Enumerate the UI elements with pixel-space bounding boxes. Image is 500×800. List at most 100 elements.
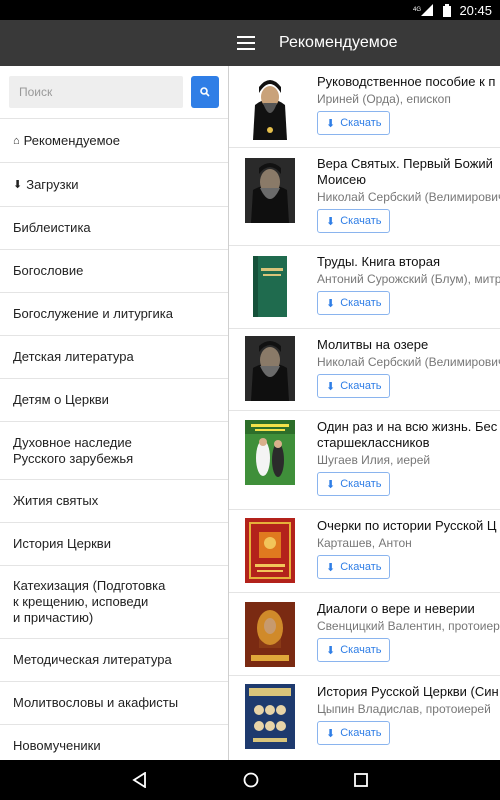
nav-item-prayer-books[interactable]: Молитвословы и акафисты (0, 682, 228, 725)
book-author: Цыпин Владислав, протоиерей (317, 702, 491, 716)
nav-item-bogoslovie[interactable]: Богословие (0, 250, 228, 293)
nav-item-methodical[interactable]: Методическая литература (0, 639, 228, 682)
nav-label: Методическая литература (13, 652, 172, 667)
download-button[interactable]: ⬇ Скачать (317, 555, 391, 579)
book-title: Один раз и на всю жизнь. Бес старшекласс… (317, 419, 498, 450)
nav-label: Богословие (13, 263, 84, 278)
home-icon: ⌂ (13, 134, 20, 147)
book-author: Ириней (Орда), епископ (317, 92, 451, 106)
status-bar: 4G 20:45 (0, 0, 500, 20)
book-title: Очерки по истории Русской Ц (317, 518, 497, 533)
search-placeholder: Поиск (19, 85, 53, 99)
system-nav-bar (0, 760, 500, 800)
download-label: Скачать (340, 117, 382, 129)
download-icon: ⬇ (326, 297, 336, 310)
download-button[interactable]: ⬇ Скачать (317, 638, 391, 662)
battery-icon (443, 3, 452, 17)
book-item[interactable]: Вера Святых. Первый Божий Моисею Николай… (229, 148, 500, 246)
nav-label: Рекомендуемое (23, 132, 120, 148)
book-cover (245, 518, 295, 583)
book-list: Руководственное пособие к п Ириней (Орда… (229, 66, 500, 760)
download-button[interactable]: ⬇ Скачать (317, 111, 391, 135)
download-button[interactable]: ⬇ Скачать (317, 374, 391, 398)
book-author: Николай Сербский (Велимирович (317, 355, 500, 369)
page-title: Рекомендуемое (279, 34, 398, 51)
book-author: Свенцицкий Валентин, протоиерей (317, 619, 500, 633)
download-icon: ⬇ (326, 380, 336, 393)
book-title: Руководственное пособие к п (317, 74, 496, 89)
nav-item-children-church[interactable]: Детям о Церкви (0, 379, 228, 422)
download-label: Скачать (340, 380, 382, 392)
nav-label: Жития святых (13, 493, 99, 508)
nav-label: Катехизация (Подготовка к крещению, испо… (13, 578, 166, 625)
search-row: Поиск (0, 66, 228, 119)
nav-item-bogosluzhenie[interactable]: Богослужение и литургика (0, 293, 228, 336)
nav-label: Детям о Церкви (13, 392, 109, 407)
nav-item-catechesis[interactable]: Катехизация (Подготовка к крещению, испо… (0, 566, 228, 639)
book-title: Вера Святых. Первый Божий Моисею (317, 156, 493, 187)
download-icon: ⬇ (326, 644, 336, 657)
book-title: Диалоги о вере и неверии (317, 601, 475, 616)
download-icon: ⬇ (326, 215, 336, 228)
book-cover (245, 602, 295, 667)
download-label: Скачать (340, 215, 382, 227)
book-author: Шугаев Илия, иерей (317, 453, 431, 467)
download-label: Скачать (340, 727, 382, 739)
navigation-drawer: Поиск ⌂ Рекомендуемое ⬇ Загрузки Библеисти… (0, 66, 229, 760)
clock: 20:45 (459, 2, 492, 18)
search-input[interactable]: Поиск (9, 76, 183, 108)
book-item[interactable]: История Русской Церкви (Син Цыпин Владис… (229, 676, 500, 759)
book-item[interactable]: Труды. Книга вторая Антоний Сурожский (Б… (229, 246, 500, 329)
book-item[interactable]: Очерки по истории Русской Ц Карташев, Ан… (229, 510, 500, 593)
book-item[interactable]: Один раз и на всю жизнь. Бес старшекласс… (229, 411, 500, 510)
download-button[interactable]: ⬇ Скачать (317, 291, 391, 315)
book-cover (245, 684, 295, 749)
book-item[interactable]: Диалоги о вере и неверии Свенцицкий Вале… (229, 593, 500, 676)
download-icon: ⬇ (326, 561, 336, 574)
book-cover (245, 254, 295, 319)
book-author: Николай Сербский (Велимирович (317, 190, 500, 204)
nav-item-recommended[interactable]: ⌂ Рекомендуемое (0, 119, 228, 163)
nav-item-downloads[interactable]: ⬇ Загрузки (0, 163, 228, 207)
search-button[interactable] (191, 76, 219, 108)
book-item[interactable]: Руководственное пособие к п Ириней (Орда… (229, 66, 500, 148)
download-label: Скачать (340, 561, 382, 573)
nav-label: Молитвословы и акафисты (13, 695, 179, 710)
download-button[interactable]: ⬇ Скачать (317, 721, 391, 745)
search-icon (200, 87, 210, 97)
nav-label: Богослужение и литургика (13, 306, 173, 321)
download-icon: ⬇ (326, 117, 336, 130)
nav-label: Духовное наследие Русского зарубежья (13, 434, 134, 466)
nav-label: Новомученики (13, 738, 101, 753)
recents-icon[interactable] (353, 773, 368, 787)
book-title: Молитвы на озере (317, 337, 429, 352)
book-item[interactable]: Молитвы на озере Николай Сербский (Велим… (229, 329, 500, 411)
book-author: Карташев, Антон (317, 536, 412, 550)
nav-label: Загрузки (26, 176, 79, 192)
nav-item-bibleistika[interactable]: Библеистика (0, 207, 228, 250)
app-toolbar: Рекомендуемое (228, 20, 500, 66)
download-label: Скачать (340, 478, 382, 490)
nav-label: Библеистика (13, 220, 91, 235)
book-title: История Русской Церкви (Син (317, 684, 499, 699)
download-button[interactable]: ⬇ Скачать (317, 209, 391, 233)
nav-item-lives-of-saints[interactable]: Жития святых (0, 480, 228, 523)
back-icon[interactable] (132, 772, 148, 788)
nav-label: История Церкви (13, 536, 111, 551)
download-label: Скачать (340, 297, 382, 309)
nav-item-spiritual-heritage[interactable]: Духовное наследие Русского зарубежья (0, 422, 228, 480)
home-button-icon[interactable] (243, 772, 259, 788)
download-label: Скачать (340, 644, 382, 656)
menu-icon[interactable] (237, 36, 255, 50)
drawer-header (0, 20, 228, 66)
download-button[interactable]: ⬇ Скачать (317, 472, 391, 496)
signal-label: 4G (413, 7, 421, 13)
book-cover (245, 336, 295, 401)
nav-item-new-martyrs[interactable]: Новомученики (0, 725, 228, 760)
book-cover (245, 420, 295, 485)
download-icon: ⬇ (326, 727, 336, 740)
book-cover (245, 75, 295, 140)
nav-item-children-literature[interactable]: Детская литература (0, 336, 228, 379)
nav-item-church-history[interactable]: История Церкви (0, 523, 228, 566)
signal-icon: 4G (413, 4, 435, 16)
